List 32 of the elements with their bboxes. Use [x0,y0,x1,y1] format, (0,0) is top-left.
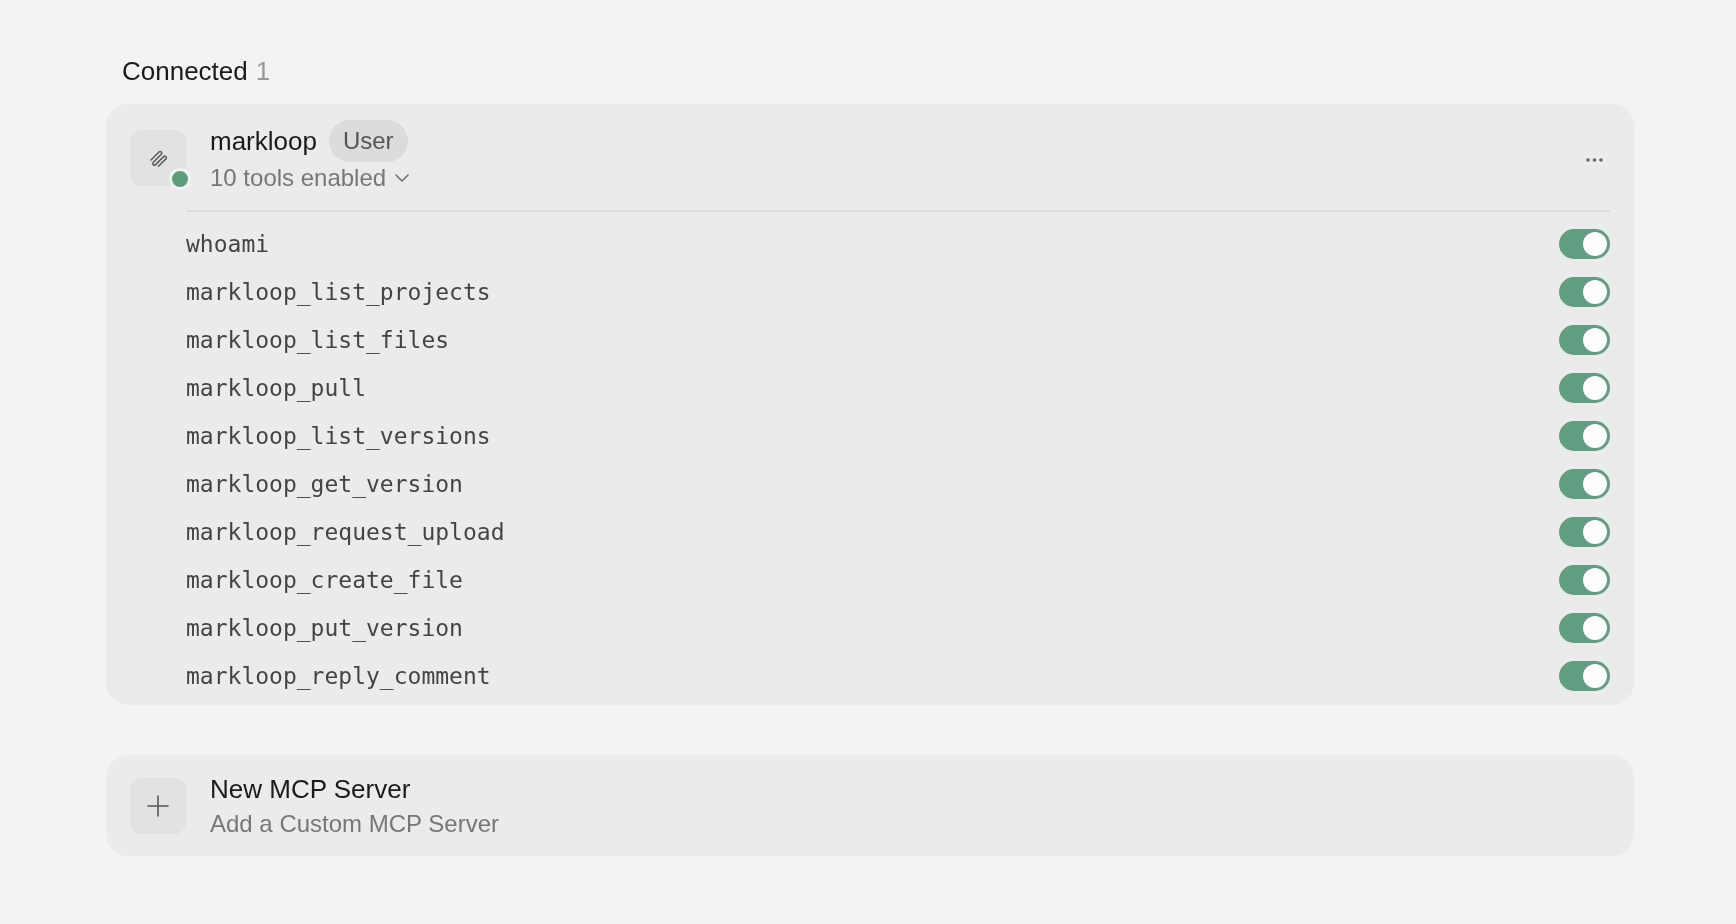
tool-name: markloop_put_version [186,613,463,644]
tools-dropdown[interactable]: 10 tools enabled [210,162,410,194]
chevron-down-icon [395,174,410,182]
more-icon [1585,158,1603,162]
plus-icon [130,777,186,834]
scope-badge: User [328,120,408,162]
toggle-switch[interactable] [1559,229,1610,259]
new-server-title: New MCP Server [210,772,412,805]
connected-count: 1 [255,55,271,88]
toggle-switch[interactable] [1559,277,1610,307]
section-title: Connected [122,55,248,88]
new-server-subtitle: Add a Custom MCP Server [210,808,499,839]
toggle-switch[interactable] [1559,325,1610,355]
tool-name: markloop_get_version [186,469,463,500]
new-server-card[interactable]: New MCP Server Add a Custom MCP Server [106,755,1634,856]
toggle-switch[interactable] [1559,421,1610,451]
toggle-switch[interactable] [1559,517,1610,547]
tool-name: markloop_pull [186,373,366,404]
tool-name: whoami [186,229,270,259]
server-name: markloop [210,125,317,157]
tool-name: markloop_list_projects [186,277,491,308]
toggle-switch[interactable] [1559,613,1610,643]
toggle-switch[interactable] [1559,565,1610,595]
tool-name: markloop_list_files [186,325,450,356]
tool-name: markloop_create_file [186,565,463,596]
toggle-switch[interactable] [1559,373,1610,403]
toggle-switch[interactable] [1559,661,1610,691]
tool-name: markloop_reply_comment [186,661,491,692]
toggle-switch[interactable] [1559,469,1610,499]
coil-icon [130,130,186,186]
tool-name: markloop_request_upload [186,517,505,548]
tool-name: markloop_list_versions [186,421,491,452]
